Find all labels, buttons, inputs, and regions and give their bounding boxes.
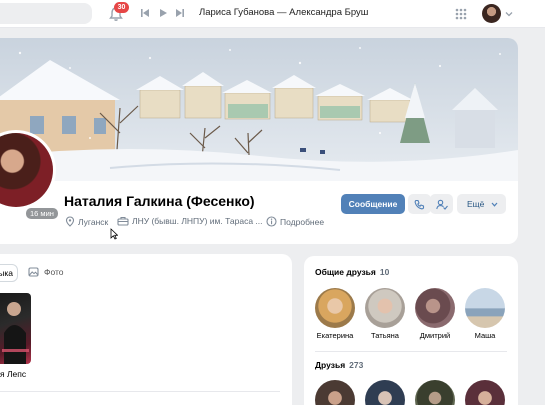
friend-name: Маша <box>474 331 496 340</box>
music-artist-label[interactable]: я Лепс <box>0 369 26 379</box>
friend-item[interactable] <box>313 380 357 405</box>
friend-item[interactable] <box>363 380 407 405</box>
briefcase-icon <box>117 216 129 226</box>
common-friends-count: 10 <box>379 267 390 277</box>
profile-name: Наталия Галкина (Фесенко) <box>64 193 255 209</box>
info-icon <box>266 216 277 227</box>
more-label: Ещё <box>467 199 485 209</box>
online-status-badge: 16 мин <box>25 207 59 220</box>
city-label: Луганск <box>78 216 109 227</box>
friend-avatar <box>465 380 505 405</box>
divider <box>315 351 507 352</box>
friend-name: Татьяна <box>371 331 399 340</box>
music-cover[interactable] <box>0 293 31 364</box>
friends-title: Друзья <box>315 360 346 370</box>
friend-avatar <box>365 288 405 328</box>
user-avatar[interactable] <box>482 4 501 23</box>
friend-avatar <box>415 288 455 328</box>
message-button[interactable]: Сообщение <box>341 194 405 214</box>
friend-name: Екатерина <box>316 331 354 340</box>
tab-photo-label: Фото <box>44 267 64 277</box>
call-button[interactable] <box>408 194 431 214</box>
friend-avatar <box>315 380 355 405</box>
common-friends-header[interactable]: Общие друзья 10 <box>315 267 389 277</box>
city-info[interactable]: Луганск <box>65 216 108 227</box>
friends-count: 273 <box>349 360 364 370</box>
friend-status-button[interactable] <box>430 194 453 214</box>
user-check-icon <box>436 199 448 210</box>
next-track-icon[interactable] <box>175 8 185 18</box>
friend-name: Дмитрий <box>419 331 451 340</box>
chevron-down-icon <box>491 202 498 207</box>
tab-photo[interactable]: Фото <box>28 267 64 277</box>
friend-avatar <box>465 288 505 328</box>
phone-icon <box>414 199 425 210</box>
play-icon[interactable] <box>158 8 168 18</box>
tab-music[interactable]: ыка <box>0 264 18 282</box>
details-label: Подробнее <box>280 216 325 227</box>
top-bar: 30 Лариса Губанова — Александра Бруш <box>0 0 545 28</box>
media-card: ыка Фото я Лепс <box>0 254 292 405</box>
search-input[interactable] <box>0 3 92 24</box>
friends-card: Общие друзья 10 Екатерина Татьяна Дмитрий… <box>304 256 518 405</box>
university-label: ЛНУ (бывш. ЛНПУ) им. Тараса ... <box>132 216 263 226</box>
details-link[interactable]: Подробнее <box>266 216 324 227</box>
friend-item[interactable]: Дмитрий <box>413 288 457 340</box>
previous-track-icon[interactable] <box>140 8 150 18</box>
friend-avatar <box>315 288 355 328</box>
chevron-down-icon[interactable] <box>505 11 513 17</box>
friend-item[interactable]: Маша <box>463 288 507 340</box>
university-info[interactable]: ЛНУ (бывш. ЛНПУ) им. Тараса ... <box>117 216 263 226</box>
friend-item[interactable] <box>463 380 507 405</box>
friends-header[interactable]: Друзья 273 <box>315 360 363 370</box>
friend-item[interactable] <box>413 380 457 405</box>
location-icon <box>65 216 75 227</box>
photo-icon <box>28 267 39 277</box>
notifications-badge: 30 <box>114 2 129 13</box>
now-playing-track[interactable]: Лариса Губанова — Александра Бруш <box>199 7 368 18</box>
friend-item[interactable]: Екатерина <box>313 288 357 340</box>
mouse-cursor-icon <box>110 228 118 240</box>
apps-grid-icon[interactable] <box>455 8 467 20</box>
friend-avatar <box>365 380 405 405</box>
profile-card: 16 мин Наталия Галкина (Фесенко) Луганск… <box>0 38 518 244</box>
friend-avatar <box>415 380 455 405</box>
cover-image <box>0 38 518 181</box>
friend-item[interactable]: Татьяна <box>363 288 407 340</box>
divider <box>0 391 280 392</box>
more-button[interactable]: Ещё <box>457 194 506 214</box>
common-friends-title: Общие друзья <box>315 267 376 277</box>
